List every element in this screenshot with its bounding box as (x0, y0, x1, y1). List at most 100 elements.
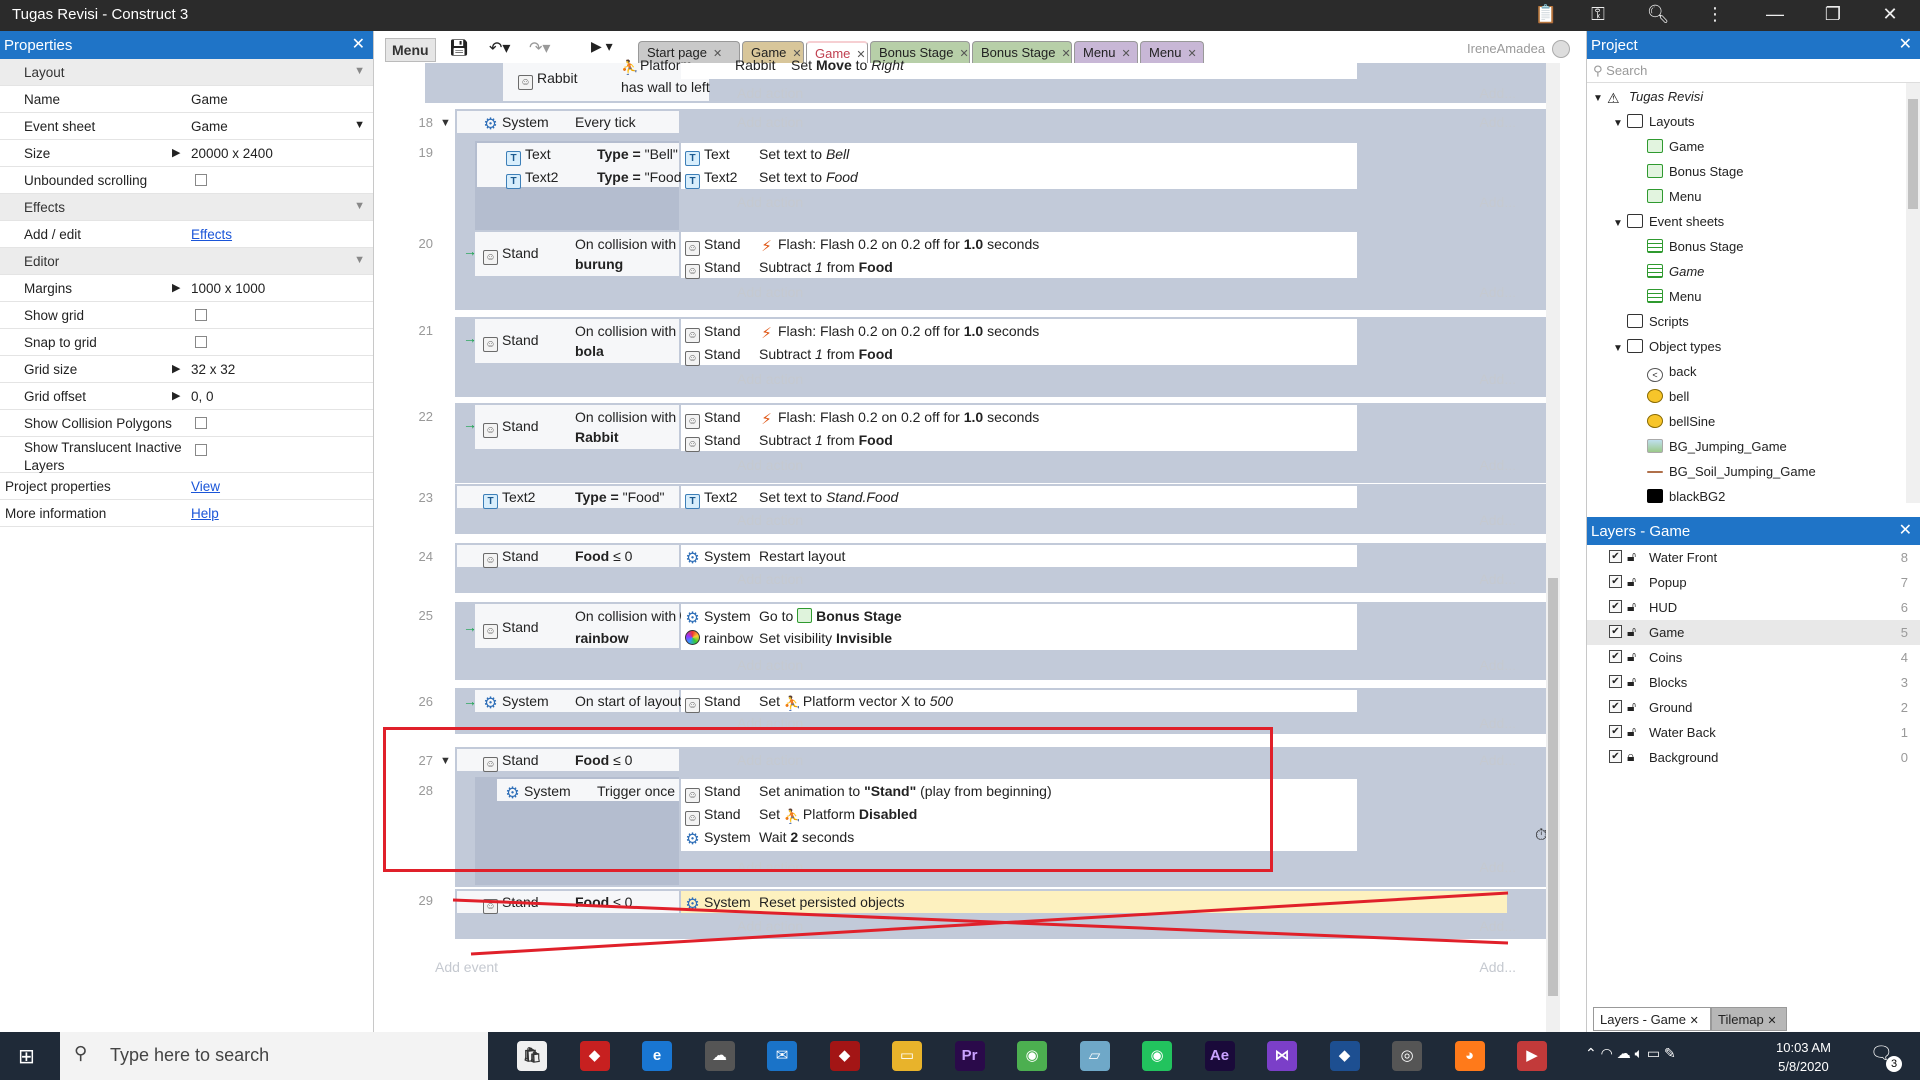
tab-close-icon[interactable]: ✕ (1690, 1015, 1699, 1027)
tree-toggle[interactable] (1633, 268, 1647, 279)
lock-open-icon[interactable]: 🔓︎ (1627, 548, 1636, 565)
tree-node-14[interactable]: BG_Jumping_Game (1633, 439, 1787, 454)
tree-node-13[interactable]: bellSine (1633, 414, 1715, 429)
layer-visible-checkbox[interactable]: ✔ (1609, 575, 1622, 588)
tree-toggle[interactable]: ▼ (1613, 118, 1627, 129)
line-icon[interactable]: ◉ (1142, 1041, 1172, 1071)
property-value[interactable]: 0, 0 (191, 389, 214, 404)
premiere-icon[interactable]: Pr (954, 1041, 985, 1071)
lock-open-icon[interactable]: 🔓︎ (1627, 573, 1636, 590)
red-app2-icon[interactable]: ◆ (829, 1041, 860, 1071)
tree-toggle[interactable] (1633, 243, 1647, 254)
visual-studio-icon[interactable]: ⋈ (1267, 1041, 1297, 1071)
redo-icon[interactable]: ↷▾ (529, 38, 550, 62)
save-icon[interactable]: 💾︎ (449, 38, 469, 62)
close-project-icon[interactable]: ✕ (1899, 34, 1912, 54)
bottom-tab-1[interactable]: Tilemap ✕ (1711, 1007, 1787, 1031)
tree-node-15[interactable]: BG_Soil_Jumping_Game (1633, 464, 1816, 479)
close-layers-icon[interactable]: ✕ (1899, 520, 1912, 540)
property-value[interactable]: Game (191, 119, 228, 134)
property-checkbox[interactable] (195, 309, 207, 321)
tree-toggle[interactable] (1633, 393, 1647, 404)
tree-toggle[interactable] (1633, 143, 1647, 154)
tree-toggle[interactable] (1633, 418, 1647, 429)
tree-toggle[interactable] (1633, 293, 1647, 304)
tree-toggle[interactable] (1633, 468, 1647, 479)
soundcloud-icon[interactable]: ☁ (704, 1041, 735, 1071)
property-value[interactable]: Game (191, 92, 228, 107)
tree-node-9[interactable]: Scripts (1613, 314, 1689, 329)
property-value[interactable]: 1000 x 1000 (191, 281, 265, 296)
tree-node-12[interactable]: bell (1633, 389, 1689, 404)
taskbar-search[interactable]: ⚲ Type here to search (60, 1032, 488, 1080)
property-checkbox[interactable] (195, 336, 207, 348)
property-value[interactable]: 32 x 32 (191, 362, 235, 377)
minimize-icon[interactable]: — (1760, 4, 1790, 25)
tree-node-16[interactable]: blackBG2 (1633, 489, 1725, 503)
event-scrollbar[interactable] (1546, 63, 1560, 1032)
clipboard-icon[interactable]: 📋 (1531, 4, 1561, 25)
user-avatar[interactable] (1552, 40, 1570, 58)
tree-node-2[interactable]: Game (1633, 139, 1704, 154)
tree-node-1[interactable]: ▼ Layouts (1613, 114, 1695, 129)
tree-toggle[interactable]: ▼ (1613, 343, 1627, 354)
scrollbar-thumb[interactable] (1548, 578, 1558, 996)
bottom-tab-0[interactable]: Layers - Game ✕ (1593, 1007, 1711, 1031)
tab-close-icon[interactable]: ✕ (1122, 48, 1131, 60)
tree-scroll-thumb[interactable] (1908, 99, 1918, 209)
layer-row-8[interactable]: ✔ 🔒︎ Background 0 (1587, 745, 1920, 770)
layer-row-2[interactable]: ✔ 🔓︎ HUD 6 (1587, 595, 1920, 620)
property-checkbox[interactable] (195, 417, 207, 429)
section-chevron-icon[interactable]: ▼ (354, 65, 365, 77)
tree-node-8[interactable]: Menu (1633, 289, 1702, 304)
property-link[interactable]: Help (191, 506, 219, 521)
firefox-icon[interactable]: ◕ (1454, 1041, 1485, 1071)
notes-icon[interactable]: ▱ (1079, 1041, 1110, 1071)
layer-row-0[interactable]: ✔ 🔓︎ Water Front 8 (1587, 545, 1920, 570)
windows-start-icon[interactable]: ⊞ (18, 1044, 35, 1069)
store-icon[interactable]: 🛍︎ (517, 1041, 547, 1071)
property-checkbox[interactable] (195, 444, 207, 456)
property-checkbox[interactable] (195, 174, 207, 186)
tree-node-5[interactable]: ▼ Event sheets (1613, 214, 1724, 229)
lock-open-icon[interactable]: 🔓︎ (1627, 723, 1636, 740)
property-link[interactable]: Effects (191, 227, 232, 242)
tree-toggle[interactable] (1633, 368, 1647, 379)
project-search[interactable]: ⚲ Search (1587, 59, 1920, 83)
tree-node-7[interactable]: Game (1633, 264, 1704, 279)
expand-triangle-icon[interactable]: ▶ (172, 362, 180, 375)
section-chevron-icon[interactable]: ▼ (354, 254, 365, 266)
lock-open-icon[interactable]: 🔓︎ (1627, 648, 1636, 665)
key-icon[interactable]: ⚿ (1583, 4, 1613, 25)
tree-node-6[interactable]: Bonus Stage (1633, 239, 1743, 254)
tab-close-icon[interactable]: ✕ (1061, 48, 1070, 60)
app-icon[interactable]: ◆ (1329, 1041, 1360, 1071)
expand-triangle-icon[interactable]: ▶ (172, 146, 180, 159)
menu-button[interactable]: Menu (385, 38, 436, 62)
tab-close-icon[interactable]: ✕ (1767, 1015, 1776, 1027)
mail-icon[interactable]: ✉ (767, 1041, 797, 1071)
tab-close-icon[interactable]: ✕ (713, 48, 722, 60)
lock-open-icon[interactable]: 🔓︎ (1627, 673, 1636, 690)
layer-visible-checkbox[interactable]: ✔ (1609, 675, 1622, 688)
chrome-icon[interactable]: ◉ (1017, 1041, 1047, 1071)
property-value[interactable]: 20000 x 2400 (191, 146, 273, 161)
layer-row-6[interactable]: ✔ 🔓︎ Ground 2 (1587, 695, 1920, 720)
obs-icon[interactable]: ◎ (1392, 1041, 1422, 1071)
explorer-icon[interactable]: ▭ (892, 1041, 922, 1071)
tree-toggle[interactable]: ▼ (1593, 93, 1607, 104)
close-window-icon[interactable]: ✕ (1875, 4, 1905, 25)
layer-visible-checkbox[interactable]: ✔ (1609, 600, 1622, 613)
property-section-5[interactable]: Effects ▼ (0, 194, 373, 221)
tree-toggle[interactable] (1613, 318, 1627, 329)
tree-toggle[interactable]: ▼ (1613, 218, 1627, 229)
property-section-0[interactable]: Layout ▼ (0, 59, 373, 86)
lock-open-icon[interactable]: 🔓︎ (1627, 598, 1636, 615)
user-name[interactable]: IreneAmadea (1467, 41, 1545, 56)
tree-toggle[interactable] (1633, 443, 1647, 454)
tree-node-4[interactable]: Menu (1633, 189, 1702, 204)
tree-toggle[interactable] (1633, 168, 1647, 179)
after-effects-icon[interactable]: Ae (1204, 1041, 1235, 1071)
layer-visible-checkbox[interactable]: ✔ (1609, 625, 1622, 638)
tree-node-0[interactable]: ▼ ⚠ Tugas Revisi (1593, 89, 1703, 105)
